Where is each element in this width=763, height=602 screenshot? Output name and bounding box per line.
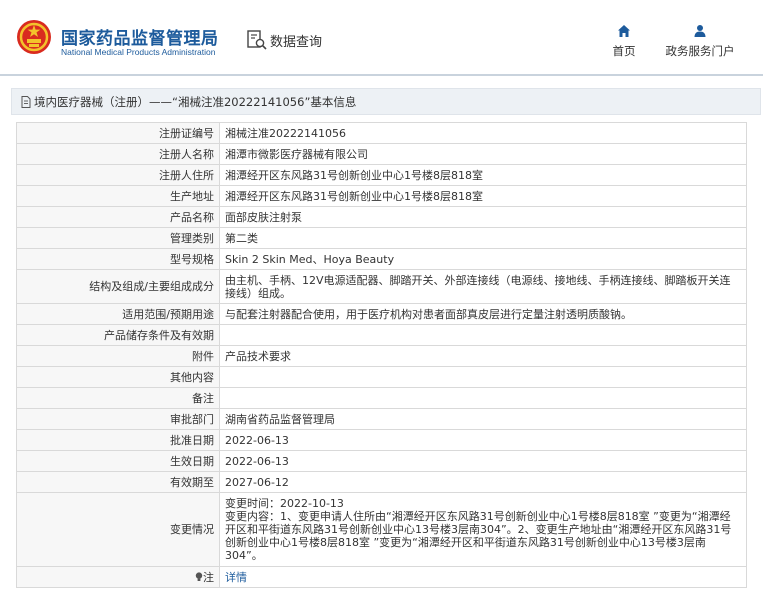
registration-info-table: 注册证编号 湘械注准20222141056 注册人名称 湘潭市微影医疗器械有限公…: [16, 122, 747, 588]
breadcrumb-text: 境内医疗器械（注册）——“湘械注准20222141056”基本信息: [34, 94, 357, 109]
field-label-valid-until: 有效期至: [16, 471, 220, 493]
field-label-category: 管理类别: [16, 227, 220, 249]
table-row: 附件 产品技术要求: [16, 345, 747, 367]
field-label-effective-date: 生效日期: [16, 450, 220, 472]
table-row: 变更情况 变更时间：2022-10-13 变更内容：1、变更申请人住所由“湘潭经…: [16, 492, 747, 567]
nav-home-button[interactable]: 首页: [607, 24, 641, 59]
table-row: 注册人名称 湘潭市微影医疗器械有限公司: [16, 143, 747, 165]
field-value-structure: 由主机、手柄、12V电源适配器、脚踏开关、外部连接线（电源线、接地线、手柄连接线…: [219, 269, 747, 304]
field-label-intended-use: 适用范围/预期用途: [16, 303, 220, 325]
table-row: 适用范围/预期用途 与配套注射器配合使用，用于医疗机构对患者面部真皮层进行定量注…: [16, 303, 747, 325]
field-value-attachment: 产品技术要求: [219, 345, 747, 367]
field-label-remark: 备注: [16, 387, 220, 409]
field-label-approval-dept: 审批部门: [16, 408, 220, 430]
field-label-model: 型号规格: [16, 248, 220, 270]
field-value-approval-dept: 湖南省药品监督管理局: [219, 408, 747, 430]
document-search-icon: [247, 30, 267, 50]
table-row: 型号规格 Skin 2 Skin Med、Hoya Beauty: [16, 248, 747, 270]
table-row: 生效日期 2022-06-13: [16, 450, 747, 472]
table-row: 注册证编号 湘械注准20222141056: [16, 122, 747, 144]
brand-subtitle: National Medical Products Administration: [61, 47, 216, 57]
data-query-label: 数据查询: [270, 34, 323, 50]
table-row: 审批部门 湖南省药品监督管理局: [16, 408, 747, 430]
table-row: 结构及组成/主要组成成分 由主机、手柄、12V电源适配器、脚踏开关、外部连接线（…: [16, 269, 747, 304]
field-label-approval-date: 批准日期: [16, 429, 220, 451]
field-label-structure: 结构及组成/主要组成成分: [16, 269, 220, 304]
field-value-remark: [219, 387, 747, 409]
field-value-valid-until: 2027-06-12: [219, 471, 747, 493]
field-label-reg-no: 注册证编号: [16, 122, 220, 144]
table-row: 注 详情: [16, 566, 747, 588]
field-value-registrant-name: 湘潭市微影医疗器械有限公司: [219, 143, 747, 165]
field-value-category: 第二类: [219, 227, 747, 249]
lightbulb-icon: [195, 571, 203, 581]
table-row: 管理类别 第二类: [16, 227, 747, 249]
field-value-storage: [219, 324, 747, 346]
field-label-attachment: 附件: [16, 345, 220, 367]
table-row: 其他内容: [16, 366, 747, 388]
field-value-registrant-address: 湘潭经开区东风路31号创新创业中心1号楼8层818室: [219, 164, 747, 186]
nav-gov-service-button[interactable]: 政务服务门户: [659, 24, 741, 59]
field-label-changes: 变更情况: [16, 492, 220, 567]
user-icon: [694, 25, 706, 37]
field-value-production-address: 湘潭经开区东风路31号创新创业中心1号楼8层818室: [219, 185, 747, 207]
site-header: 国家药品监督管理局 National Medical Products Admi…: [0, 0, 763, 76]
field-value-approval-date: 2022-06-13: [219, 429, 747, 451]
field-label-note: 注: [16, 566, 220, 588]
nav-gov-service-label: 政务服务门户: [665, 44, 735, 58]
table-row: 生产地址 湘潭经开区东风路31号创新创业中心1号楼8层818室: [16, 185, 747, 207]
field-value-note: 详情: [219, 566, 747, 588]
nav-home-label: 首页: [612, 44, 636, 58]
brand-title: 国家药品监督管理局: [61, 29, 219, 49]
table-row: 有效期至 2027-06-12: [16, 471, 747, 493]
table-row: 批准日期 2022-06-13: [16, 429, 747, 451]
data-query-link[interactable]: 数据查询: [246, 30, 322, 50]
table-row: 产品名称 面部皮肤注射泵: [16, 206, 747, 228]
field-value-intended-use: 与配套注射器配合使用，用于医疗机构对患者面部真皮层进行定量注射透明质酸钠。: [219, 303, 747, 325]
field-value-model: Skin 2 Skin Med、Hoya Beauty: [219, 248, 747, 270]
home-icon: [618, 25, 630, 37]
field-label-registrant-name: 注册人名称: [16, 143, 220, 165]
table-row: 注册人住所 湘潭经开区东风路31号创新创业中心1号楼8层818室: [16, 164, 747, 186]
field-label-registrant-address: 注册人住所: [16, 164, 220, 186]
breadcrumb: 境内医疗器械（注册）——“湘械注准20222141056”基本信息: [11, 88, 761, 115]
note-label: 注: [203, 570, 214, 584]
field-value-other: [219, 366, 747, 388]
field-label-product-name: 产品名称: [16, 206, 220, 228]
field-value-reg-no: 湘械注准20222141056: [219, 122, 747, 144]
national-emblem-icon: [17, 20, 51, 54]
table-row: 产品储存条件及有效期: [16, 324, 747, 346]
field-value-product-name: 面部皮肤注射泵: [219, 206, 747, 228]
field-label-storage: 产品储存条件及有效期: [16, 324, 220, 346]
field-label-production-address: 生产地址: [16, 185, 220, 207]
field-value-effective-date: 2022-06-13: [219, 450, 747, 472]
field-value-changes: 变更时间：2022-10-13 变更内容：1、变更申请人住所由“湘潭经开区东风路…: [219, 492, 747, 567]
table-row: 备注: [16, 387, 747, 409]
field-label-other: 其他内容: [16, 366, 220, 388]
document-icon: [21, 95, 31, 108]
details-link[interactable]: 详情: [225, 571, 247, 584]
